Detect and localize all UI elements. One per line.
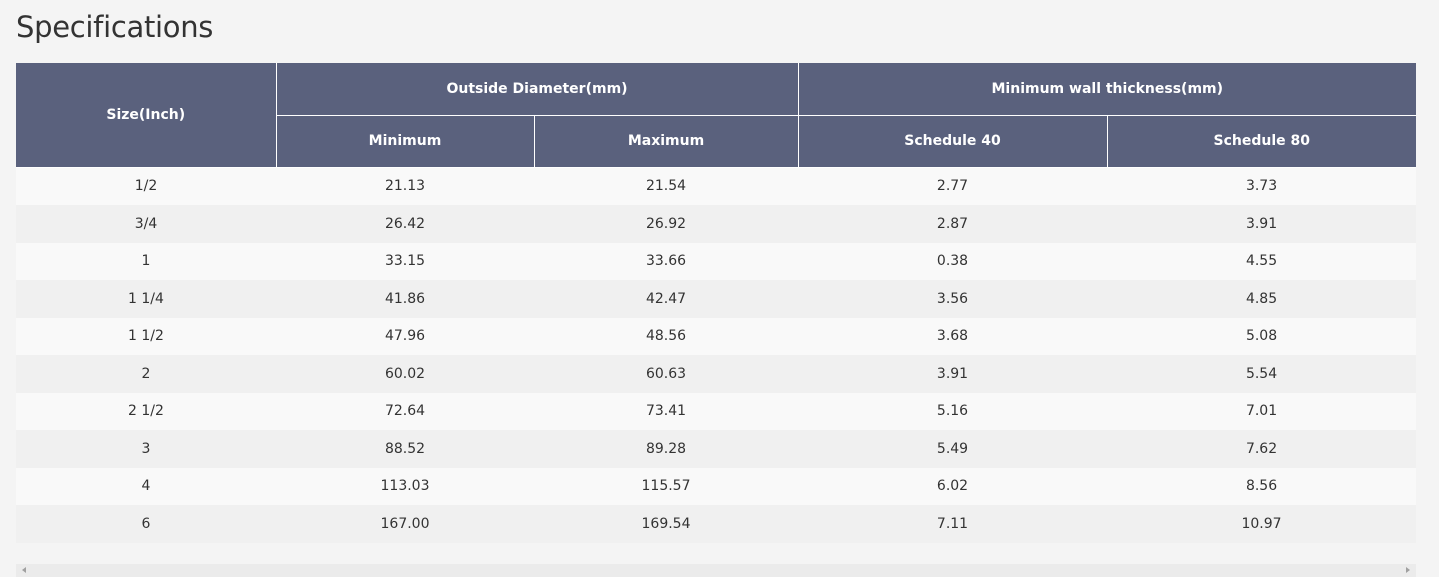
page-title: Specifications (16, 10, 214, 44)
cell-sch80: 8.56 (1107, 467, 1417, 505)
cell-sch80: 4.55 (1107, 242, 1417, 280)
page: Specifications Size(Inch) Outside Diamet… (0, 0, 1439, 577)
cell-sch80: 3.73 (1107, 167, 1417, 205)
cell-sch40: 6.02 (798, 467, 1108, 505)
cell-size: 2 1/2 (16, 392, 276, 430)
table-row: 3/4 26.42 26.92 2.87 3.91 (16, 205, 1417, 243)
cell-sch80: 10.97 (1107, 505, 1417, 543)
cell-od-max: 26.92 (534, 205, 799, 243)
header-outside-diameter: Outside Diameter(mm) (275, 63, 799, 116)
cell-sch40: 5.49 (798, 430, 1108, 468)
cell-od-min: 88.52 (276, 430, 534, 468)
header-size: Size(Inch) (16, 63, 277, 168)
header-maximum: Maximum (533, 114, 799, 168)
cell-od-max: 42.47 (534, 280, 799, 318)
header-min-wall-thickness: Minimum wall thickness(mm) (797, 63, 1417, 116)
cell-od-min: 47.96 (276, 317, 534, 355)
table-header: Size(Inch) Outside Diameter(mm) Minimum … (16, 63, 1417, 168)
header-schedule-40: Schedule 40 (797, 114, 1108, 168)
table-row: 2 60.02 60.63 3.91 5.54 (16, 355, 1417, 393)
table-row: 1 1/2 47.96 48.56 3.68 5.08 (16, 317, 1417, 355)
cell-sch80: 5.54 (1107, 355, 1417, 393)
cell-od-min: 33.15 (276, 242, 534, 280)
arrow-left-icon[interactable] (22, 567, 26, 573)
cell-od-max: 33.66 (534, 242, 799, 280)
cell-sch40: 5.16 (798, 392, 1108, 430)
cell-sch80: 4.85 (1107, 280, 1417, 318)
cell-sch40: 3.56 (798, 280, 1108, 318)
cell-sch80: 5.08 (1107, 317, 1417, 355)
cell-od-max: 73.41 (534, 392, 799, 430)
cell-od-max: 60.63 (534, 355, 799, 393)
cell-od-max: 89.28 (534, 430, 799, 468)
cell-od-max: 48.56 (534, 317, 799, 355)
cell-sch40: 2.87 (798, 205, 1108, 243)
cell-od-min: 72.64 (276, 392, 534, 430)
header-row-top: Size(Inch) Outside Diameter(mm) Minimum … (16, 63, 1417, 168)
table-row: 3 88.52 89.28 5.49 7.62 (16, 430, 1417, 468)
horizontal-scrollbar[interactable] (16, 564, 1416, 577)
cell-od-min: 167.00 (276, 505, 534, 543)
cell-sch80: 3.91 (1107, 205, 1417, 243)
cell-sch40: 0.38 (798, 242, 1108, 280)
specifications-table: Size(Inch) Outside Diameter(mm) Minimum … (16, 63, 1417, 543)
cell-size: 1/2 (16, 167, 276, 205)
table-body: 1/2 21.13 21.54 2.77 3.73 3/4 26.42 26.9… (16, 167, 1417, 543)
table-row: 1 33.15 33.66 0.38 4.55 (16, 242, 1417, 280)
cell-od-min: 21.13 (276, 167, 534, 205)
arrow-right-icon[interactable] (1406, 567, 1410, 573)
cell-size: 1 (16, 242, 276, 280)
cell-od-min: 60.02 (276, 355, 534, 393)
header-minimum: Minimum (276, 114, 535, 168)
cell-size: 6 (16, 505, 276, 543)
cell-sch40: 3.68 (798, 317, 1108, 355)
cell-od-max: 21.54 (534, 167, 799, 205)
cell-od-min: 26.42 (276, 205, 534, 243)
cell-od-min: 113.03 (276, 467, 534, 505)
cell-size: 3/4 (16, 205, 276, 243)
table-row: 1 1/4 41.86 42.47 3.56 4.85 (16, 280, 1417, 318)
cell-sch40: 3.91 (798, 355, 1108, 393)
cell-sch40: 7.11 (798, 505, 1108, 543)
cell-size: 3 (16, 430, 276, 468)
table-row: 2 1/2 72.64 73.41 5.16 7.01 (16, 392, 1417, 430)
table-row: 6 167.00 169.54 7.11 10.97 (16, 505, 1417, 543)
cell-size: 1 1/4 (16, 280, 276, 318)
cell-od-max: 115.57 (534, 467, 799, 505)
cell-sch40: 2.77 (798, 167, 1108, 205)
cell-sch80: 7.01 (1107, 392, 1417, 430)
table-row: 4 113.03 115.57 6.02 8.56 (16, 467, 1417, 505)
cell-size: 2 (16, 355, 276, 393)
cell-size: 4 (16, 467, 276, 505)
cell-size: 1 1/2 (16, 317, 276, 355)
cell-od-min: 41.86 (276, 280, 534, 318)
header-schedule-80: Schedule 80 (1106, 114, 1417, 168)
cell-od-max: 169.54 (534, 505, 799, 543)
table-row: 1/2 21.13 21.54 2.77 3.73 (16, 167, 1417, 205)
cell-sch80: 7.62 (1107, 430, 1417, 468)
